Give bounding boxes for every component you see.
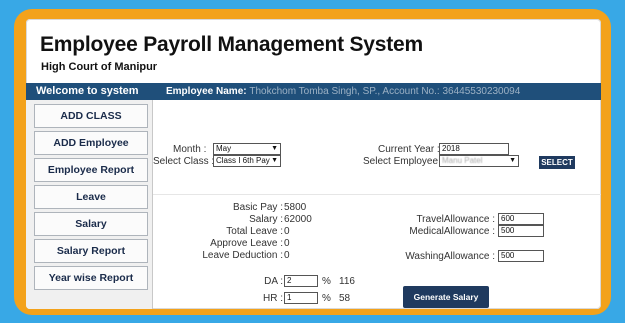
page-subtitle: High Court of Manipur	[41, 61, 158, 73]
sidebar-item-leave[interactable]: Leave	[34, 185, 148, 209]
hr-label: HR :	[263, 293, 283, 304]
sidebar-item-year-wise-report[interactable]: Year wise Report	[34, 266, 148, 290]
da-input[interactable]: 2	[284, 275, 318, 287]
da-percent: %	[322, 276, 331, 287]
divider	[153, 194, 601, 195]
medical-allowance-input[interactable]: 500	[498, 225, 544, 237]
welcome-text: Welcome to system	[36, 85, 139, 97]
approve-leave-label: Approve Leave :	[210, 238, 283, 249]
month-label: Month :	[173, 144, 207, 155]
class-value: Class I 6th Pay	[216, 156, 270, 165]
sidebar-item-employee-report[interactable]: Employee Report	[34, 158, 148, 182]
medical-allowance-label: MedicalAllowance :	[409, 226, 495, 237]
da-amount: 116	[339, 276, 355, 287]
current-year-label: Current Year :	[378, 144, 440, 155]
app-window: Employee Payroll Management System High …	[26, 19, 601, 309]
travel-allowance-label: TravelAllowance :	[416, 214, 495, 225]
device-frame: Employee Payroll Management System High …	[14, 9, 611, 315]
main-content: Month : May ▼ Current Year : 2018 Select …	[153, 100, 601, 309]
hr-input[interactable]: 1	[284, 292, 318, 304]
travel-allowance-input[interactable]: 600	[498, 213, 544, 225]
employee-value: Manu Patel	[442, 156, 483, 165]
employee-name-label: Employee Name:	[166, 86, 247, 97]
washing-allowance-input[interactable]: 500	[498, 250, 544, 262]
total-leave-label: Total Leave :	[226, 226, 283, 237]
employee-select[interactable]: Manu Patel ▼	[439, 155, 519, 167]
sidebar-item-add-employee[interactable]: ADD Employee	[34, 131, 148, 155]
salary-label: Salary :	[249, 214, 283, 225]
employee-info: Employee Name: Thokchom Tomba Singh, SP.…	[166, 84, 520, 99]
dropdown-arrow-icon: ▼	[271, 145, 278, 152]
da-label: DA :	[264, 276, 283, 287]
basic-pay-label: Basic Pay :	[232, 202, 283, 213]
month-select[interactable]: May ▼	[213, 143, 281, 155]
sidebar-item-salary[interactable]: Salary	[34, 212, 148, 236]
month-value: May	[216, 144, 232, 153]
class-select[interactable]: Class I 6th Pay ▼	[213, 155, 281, 167]
sidebar-item-salary-report[interactable]: Salary Report	[34, 239, 148, 263]
leave-deduction-label: Leave Deduction :	[202, 250, 283, 261]
total-leave-value: 0	[284, 226, 290, 237]
sidebar: ADD CLASS ADD Employee Employee Report L…	[26, 100, 153, 309]
hr-percent: %	[322, 293, 331, 304]
basic-pay-value: 5800	[284, 202, 307, 213]
sidebar-item-add-class[interactable]: ADD CLASS	[34, 104, 148, 128]
current-year-input[interactable]: 2018	[439, 143, 509, 155]
approve-leave-value: 0	[284, 238, 290, 249]
page-title: Employee Payroll Management System	[40, 33, 424, 56]
dropdown-arrow-icon: ▼	[509, 157, 516, 164]
select-button[interactable]: SELECT	[539, 156, 575, 169]
employee-name-value: Thokchom Tomba Singh, SP., Account No.: …	[249, 86, 521, 97]
salary-value: 62000	[284, 214, 312, 225]
washing-allowance-label: WashingAllowance :	[405, 251, 495, 262]
select-class-label: Select Class :	[153, 156, 215, 167]
leave-deduction-value: 0	[284, 250, 290, 261]
hr-amount: 58	[339, 293, 351, 304]
select-employee-label: Select Employee :	[363, 156, 444, 167]
generate-salary-button[interactable]: Generate Salary	[403, 286, 489, 308]
dropdown-arrow-icon: ▼	[271, 157, 278, 164]
